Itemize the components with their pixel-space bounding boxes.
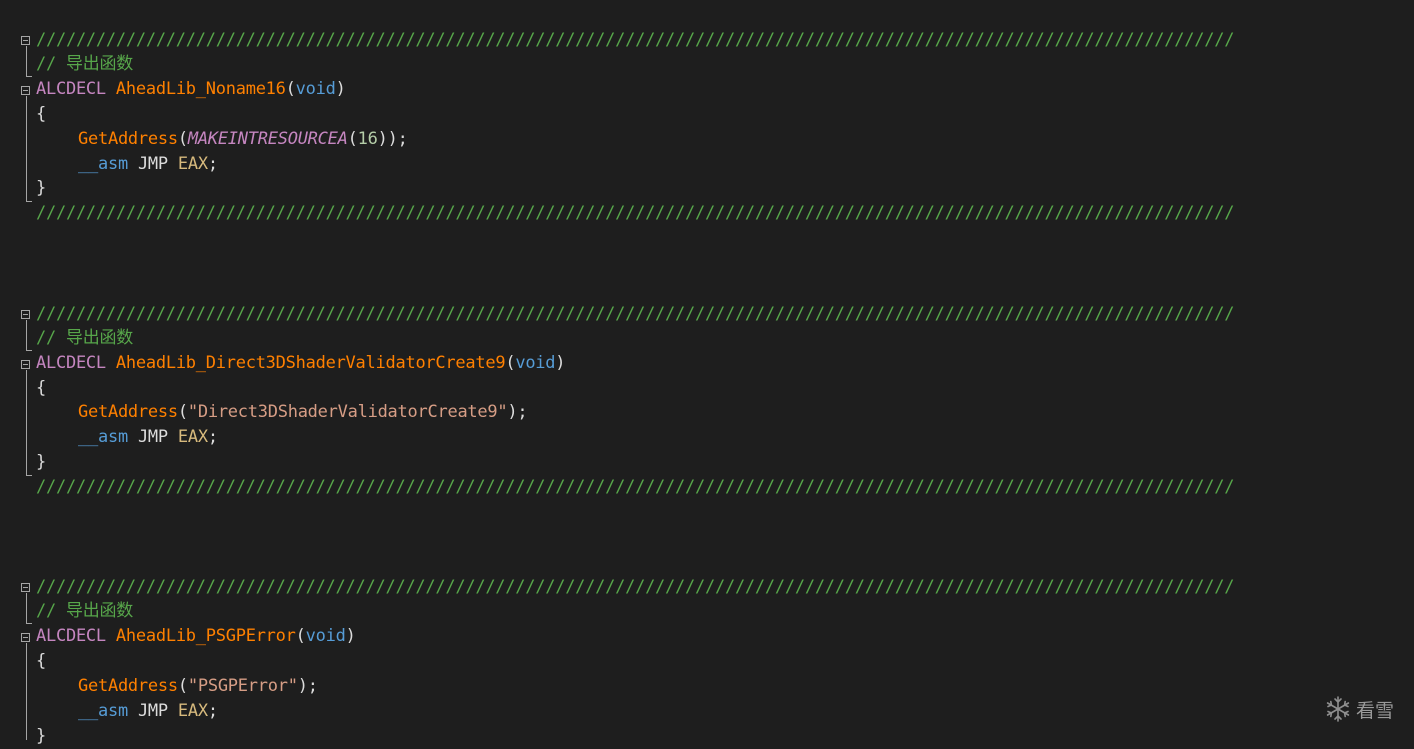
watermark: 看雪 [1324,694,1394,724]
separator-comment: ////////////////////////////////////////… [36,577,1235,597]
call-function-name: GetAddress [78,402,178,422]
brace-close: } [36,178,46,198]
watermark-text: 看雪 [1356,699,1395,722]
calling-convention-macro: ALCDECL [36,626,106,646]
asm-register: EAX [177,154,208,174]
brace-close: } [36,452,46,472]
code-line-declaration: ALCDECL AheadLib_Noname16(void) [36,77,346,102]
asm-opcode: JMP [137,427,168,447]
call-function-name: GetAddress [78,676,178,696]
code-editor[interactable]: ////////////////////////////////////////… [0,0,1414,746]
param-keyword: void [515,353,556,373]
call-string: "PSGPError" [187,676,298,696]
snowflake-icon [1324,695,1352,723]
code-line-asm: __asm JMP EAX; [78,427,218,447]
function-name: AheadLib_Direct3DShaderValidatorCreate9 [115,353,506,373]
paren-close: ) [345,626,356,646]
asm-keyword: __asm [78,427,128,447]
fold-guide [26,320,27,350]
code-line-call: GetAddress("Direct3DShaderValidatorCreat… [78,402,528,422]
fold-collapse-icon[interactable] [21,86,30,95]
code-line-call: GetAddress("PSGPError"); [78,676,318,696]
calling-convention-macro: ALCDECL [36,79,106,99]
paren-close: ) [555,353,566,373]
fold-guide-end [26,350,32,351]
param-keyword: void [305,626,346,646]
code-line-separator-end: ////////////////////////////////////////… [36,475,1234,500]
fold-guide [26,643,27,740]
brace-open: { [36,651,46,671]
fold-guide-end [26,201,32,202]
fold-guide-end [26,475,32,476]
fold-guide [26,593,27,623]
code-line-separator: ////////////////////////////////////////… [36,575,1234,600]
code-line-comment: // 导出函数 [36,52,133,77]
asm-opcode: JMP [137,701,168,721]
fold-collapse-icon[interactable] [21,583,30,592]
asm-keyword: __asm [78,154,128,174]
fold-collapse-icon[interactable] [21,360,30,369]
code-line-brace-close: } [36,450,46,475]
separator-comment: ////////////////////////////////////////… [36,203,1235,223]
paren-open: ( [295,626,306,646]
code-line-declaration: ALCDECL AheadLib_PSGPError(void) [36,624,356,649]
paren-open: ( [285,79,296,99]
function-name: AheadLib_PSGPError [115,626,296,646]
code-line-brace-open: { [36,102,46,127]
code-line-comment: // 导出函数 [36,326,133,351]
param-keyword: void [295,79,336,99]
call-macro: MAKEINTRESOURCEA [187,129,348,149]
fold-guide-end [26,76,32,77]
brace-close: } [36,726,46,746]
code-line-separator: ////////////////////////////////////////… [36,302,1234,327]
code-line-brace-open: { [36,649,46,674]
asm-opcode: JMP [137,154,168,174]
calling-convention-macro: ALCDECL [36,353,106,373]
fold-collapse-icon[interactable] [21,633,30,642]
fold-guide [26,370,27,475]
paren-close: ) [335,79,346,99]
export-comment: // 导出函数 [36,328,133,348]
code-line-separator-end: ////////////////////////////////////////… [36,201,1234,226]
function-name: AheadLib_Noname16 [115,79,286,99]
code-line-asm: __asm JMP EAX; [78,154,218,174]
code-line-brace-close: } [36,724,46,749]
code-line-comment: // 导出函数 [36,599,133,624]
fold-guide-end [26,623,32,624]
fold-collapse-icon[interactable] [21,310,30,319]
code-line-separator: ////////////////////////////////////////… [36,28,1234,53]
brace-open: { [36,104,46,124]
separator-comment: ////////////////////////////////////////… [36,30,1235,50]
asm-keyword: __asm [78,701,128,721]
brace-open: { [36,378,46,398]
separator-comment: ////////////////////////////////////////… [36,477,1235,497]
asm-register: EAX [177,701,208,721]
asm-register: EAX [177,427,208,447]
separator-comment: ////////////////////////////////////////… [36,304,1235,324]
code-line-brace-close: } [36,176,46,201]
call-number: 16 [357,129,378,149]
paren-open: ( [505,353,516,373]
call-string: "Direct3DShaderValidatorCreate9" [187,402,508,422]
code-line-asm: __asm JMP EAX; [78,701,218,721]
code-line-brace-open: { [36,376,46,401]
code-line-declaration: ALCDECL AheadLib_Direct3DShaderValidator… [36,351,566,376]
code-line-call: GetAddress(MAKEINTRESOURCEA(16)); [78,129,408,149]
fold-guide [26,96,27,201]
export-comment: // 导出函数 [36,54,133,74]
fold-collapse-icon[interactable] [21,36,30,45]
call-function-name: GetAddress [78,129,178,149]
fold-guide [26,46,27,76]
export-comment: // 导出函数 [36,601,133,621]
